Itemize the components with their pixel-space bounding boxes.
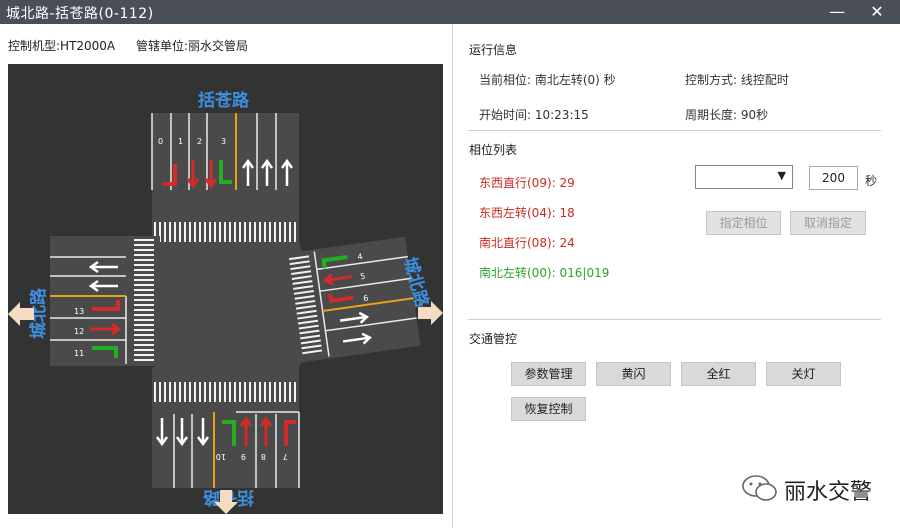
chevron-down-icon: ▼ [777, 169, 786, 182]
intersection-pane: 控制机型:HT2000A 管辖单位:丽水交管局 0 1 2 3 括苍路 13 1… [0, 24, 452, 528]
seconds-unit-label: 秒 [865, 174, 878, 188]
close-button[interactable]: ✕ [866, 1, 888, 23]
phase-item[interactable]: 东西左转(04): 18 [479, 204, 575, 221]
west-lane-number: 13 [74, 307, 84, 316]
all-red-button[interactable]: 全红 [681, 362, 756, 386]
restore-control-button[interactable]: 恢复控制 [511, 397, 586, 421]
intersection-map: 0 1 2 3 括苍路 13 12 11 城北路 4 5 6 城北路 10 9 … [8, 64, 443, 514]
cycle-length-label: 周期长度: 90秒 [685, 108, 769, 122]
section-divider [468, 130, 881, 131]
watermark-text: 丽水交警 [784, 480, 873, 505]
minimize-button[interactable]: — [826, 1, 848, 23]
north-lane-number: 2 [197, 137, 202, 146]
start-time-label: 开始时间: 10:23:15 [479, 108, 589, 122]
south-lane-number: 9 [241, 452, 246, 461]
west-lane-number: 12 [74, 327, 84, 336]
phase-list-title: 相位列表 [469, 143, 518, 157]
south-crosswalk-stripes [154, 382, 296, 402]
traffic-control-title: 交通管控 [469, 332, 518, 346]
yellow-flash-button[interactable]: 黄闪 [596, 362, 671, 386]
parameter-management-button[interactable]: 参数管理 [511, 362, 586, 386]
phase-item[interactable]: 南北左转(00): 016|019 [479, 264, 609, 281]
current-phase-label: 当前相位: 南北左转(0) 秒 [479, 73, 616, 87]
north-lane-number: 3 [221, 137, 226, 146]
phase-select[interactable]: ▼ [695, 165, 793, 189]
cancel-assign-button[interactable]: 取消指定 [790, 211, 866, 235]
north-crosswalk-stripes [154, 222, 296, 242]
run-info-title: 运行信息 [469, 43, 518, 57]
south-lane-number: 8 [261, 452, 266, 461]
watermark: 丽水交警 [740, 470, 890, 506]
wechat-icon [742, 475, 777, 501]
north-road-label: 括苍路 [198, 90, 250, 111]
seconds-input[interactable]: 200 [809, 166, 858, 190]
phase-item[interactable]: 南北直行(08): 24 [479, 234, 575, 251]
east-road-group: 4 5 6 [284, 236, 421, 363]
phase-item[interactable]: 东西直行(09): 29 [479, 174, 575, 191]
west-lane-number: 11 [74, 349, 84, 358]
intersection-diagram: 0 1 2 3 括苍路 13 12 11 城北路 4 5 6 城北路 10 9 … [8, 90, 443, 514]
assign-phase-button[interactable]: 指定相位 [706, 211, 781, 235]
control-model-label: 控制机型:HT2000A [8, 39, 116, 53]
window-titlebar: 城北路-括苍路(0-112) — ✕ [0, 0, 900, 24]
section-divider [468, 319, 881, 320]
south-lane-number: 10 [216, 452, 226, 461]
north-lane-number: 1 [178, 137, 183, 146]
window-title: 城北路-括苍路(0-112) [6, 6, 154, 22]
junction-area [152, 242, 308, 368]
control-mode-label: 控制方式: 线控配时 [685, 73, 789, 87]
control-panel: 运行信息 当前相位: 南北左转(0) 秒 控制方式: 线控配时 开始时间: 10… [453, 24, 900, 528]
management-unit-label: 管辖单位:丽水交管局 [136, 39, 249, 53]
south-lane-number: 7 [283, 452, 288, 461]
north-lane-number: 0 [158, 137, 163, 146]
lights-off-button[interactable]: 关灯 [766, 362, 841, 386]
